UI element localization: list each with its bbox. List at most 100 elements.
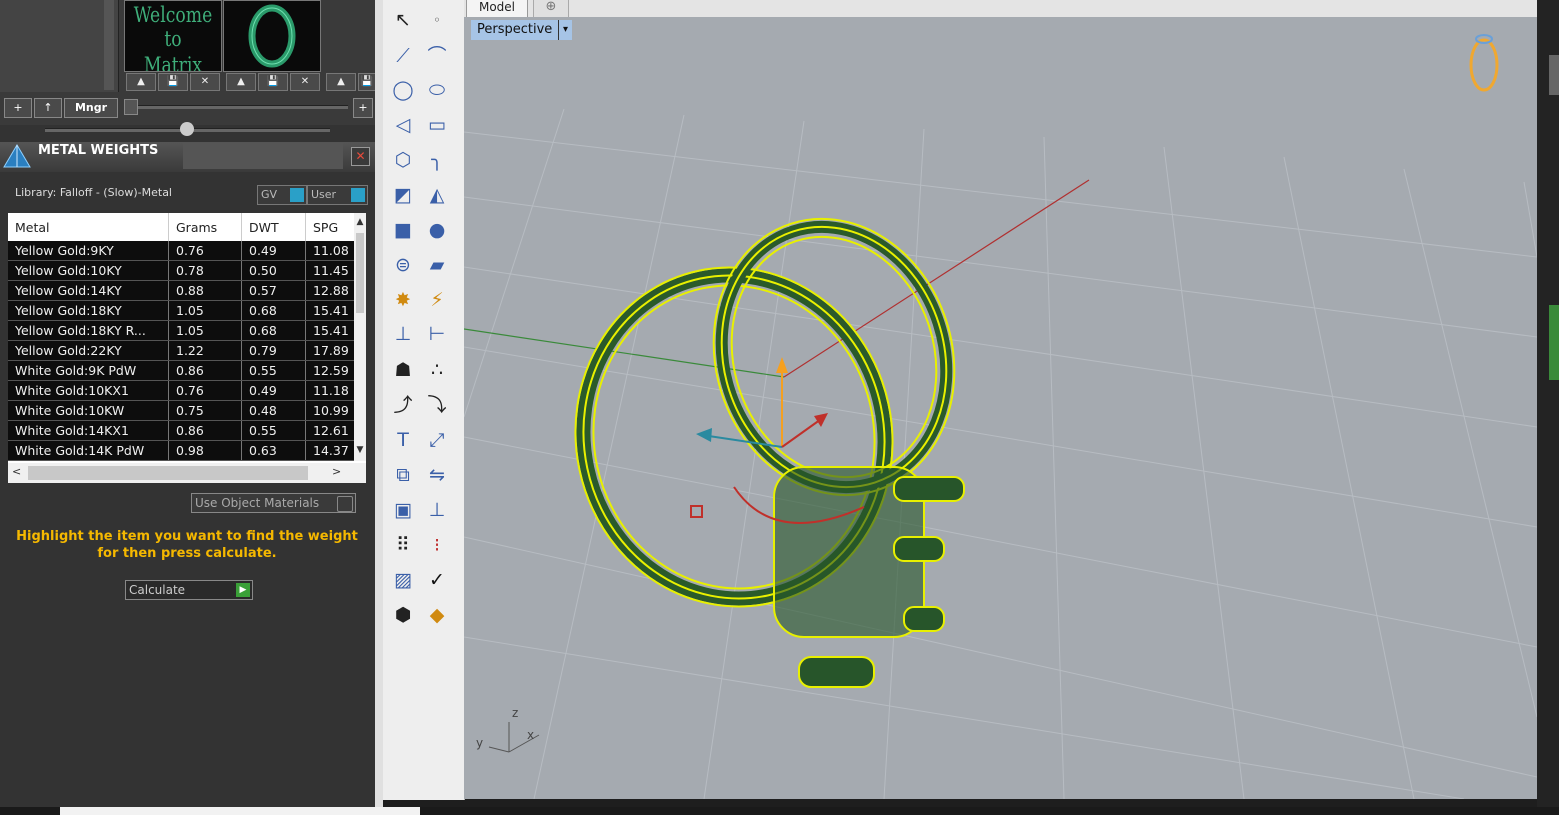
solid-icon[interactable]: ⬢ (389, 601, 417, 629)
table-row[interactable]: Yellow Gold:10KY 0.78 0.50 11.45 (8, 260, 361, 281)
thumb1-load-button[interactable]: ▲ (126, 73, 156, 91)
thumb3-save-button[interactable]: 💾 (358, 73, 376, 91)
scroll-left-icon[interactable]: < (12, 465, 21, 478)
select-arrow-icon[interactable]: ↖ (389, 6, 417, 34)
ring-wireframe[interactable] (544, 187, 989, 688)
gem-icon[interactable]: ◆ (423, 601, 451, 629)
table-row[interactable]: Yellow Gold:18KY 1.05 0.68 15.41 (8, 300, 361, 321)
add-tab-button[interactable]: ⊕ (533, 0, 569, 18)
col-grams[interactable]: Grams (168, 213, 242, 241)
ellipse-icon[interactable]: ⬭ (423, 76, 451, 104)
table-vertical-scrollbar[interactable]: ▲ ▼ (354, 213, 366, 461)
thumb3-load-button[interactable]: ▲ (326, 73, 356, 91)
rectangle-icon[interactable]: ▭ (423, 111, 451, 139)
table-cell: Yellow Gold:22KY (8, 340, 169, 361)
rail-icon[interactable]: ⤵ (423, 391, 451, 419)
vertical-scroll-thumb[interactable] (356, 233, 364, 313)
col-metal[interactable]: Metal (8, 213, 169, 241)
plane-icon[interactable]: ▰ (423, 251, 451, 279)
fillet-curve-icon[interactable]: ╮ (423, 146, 451, 174)
table-row[interactable]: Yellow Gold:18KY R... 1.05 0.68 15.41 (8, 320, 361, 341)
polygon-icon[interactable]: ⬡ (389, 146, 417, 174)
trim-icon[interactable]: ⊥ (389, 320, 417, 348)
thumbnail-scrollbar[interactable] (104, 0, 114, 90)
scroll-right-icon[interactable]: > (332, 465, 341, 478)
table-row[interactable]: White Gold:10KW 0.75 0.48 10.99 (8, 400, 361, 421)
split-icon[interactable]: ⚡ (423, 286, 451, 314)
viewport-name[interactable]: Perspective (471, 20, 559, 40)
thumbnail-size-slider[interactable] (124, 105, 348, 109)
mirror-icon[interactable]: ⇋ (423, 461, 451, 489)
thumb1-delete-button[interactable]: ✕ (190, 73, 220, 91)
status-input[interactable] (60, 807, 420, 815)
analyze-icon[interactable]: ▨ (389, 566, 417, 594)
sphere-icon[interactable]: ● (423, 216, 451, 244)
thumbnail-slider-handle[interactable] (124, 99, 138, 115)
close-panel-button[interactable]: ✕ (351, 147, 370, 166)
measure-icon[interactable]: ⁝ (423, 531, 451, 559)
use-object-materials-toggle[interactable]: Use Object Materials (191, 493, 356, 513)
calculate-button[interactable]: Calculate ▶ (125, 580, 253, 600)
sweep-icon[interactable]: ⤴ (389, 391, 417, 419)
side-swatch[interactable] (1549, 55, 1559, 95)
scroll-down-icon[interactable]: ▼ (355, 445, 365, 455)
user-toggle[interactable]: User (307, 185, 368, 205)
viewport-dropdown-icon[interactable]: ▾ (558, 20, 572, 40)
scroll-up-icon[interactable]: ▲ (355, 217, 365, 227)
table-row[interactable]: Yellow Gold:22KY 1.22 0.79 17.89 (8, 340, 361, 361)
gumball-z-head[interactable] (776, 357, 788, 373)
polyline-icon[interactable]: ⟋ (389, 42, 417, 70)
gumball-x-head[interactable] (814, 413, 828, 427)
tab-model[interactable]: Model (466, 0, 528, 18)
ring-preview-icon[interactable] (1469, 34, 1499, 92)
point-icon[interactable]: ◦ (423, 6, 451, 34)
thumbnail-torus[interactable] (223, 0, 321, 72)
table-cell: 0.68 (241, 320, 306, 341)
table-cell: 0.76 (168, 380, 242, 401)
side-color-bar (1549, 305, 1559, 380)
library-up-button[interactable]: ↑ (34, 98, 62, 118)
table-row[interactable]: White Gold:9K PdW 0.86 0.55 12.59 (8, 360, 361, 381)
table-row[interactable]: White Gold:14KX1 0.86 0.55 12.61 (8, 420, 361, 441)
text-icon[interactable]: T (389, 426, 417, 454)
surface-icon[interactable]: ◭ (423, 181, 451, 209)
perspective-viewport[interactable]: x y z (464, 17, 1537, 799)
scale-icon[interactable]: ⤢ (423, 426, 451, 454)
thumbnail-welcome[interactable]: Welcome to Matrix (124, 0, 222, 72)
surface-points-icon[interactable]: ◩ (389, 181, 417, 209)
check-icon[interactable]: ✓ (423, 566, 451, 594)
thumb2-load-button[interactable]: ▲ (226, 73, 256, 91)
group-icon[interactable]: ∴ (423, 356, 451, 384)
table-row[interactable]: White Gold:10KX1 0.76 0.49 11.18 (8, 380, 361, 401)
col-spg[interactable]: SPG (305, 213, 361, 241)
instruction-hint: Highlight the item you want to find the … (16, 529, 358, 561)
table-row[interactable]: Yellow Gold:9KY 0.76 0.49 11.08 (8, 241, 361, 261)
render-icon[interactable]: ▣ (389, 496, 417, 524)
horizontal-scroll-thumb[interactable] (28, 466, 308, 480)
grid-array-icon[interactable]: ⠿ (389, 531, 417, 559)
table-row[interactable]: White Gold:14K PdW 0.98 0.63 14.37 (8, 440, 361, 461)
gumball-scale-handle[interactable] (690, 505, 703, 518)
gv-toggle[interactable]: GV (257, 185, 307, 205)
table-horizontal-scrollbar[interactable]: < > (8, 463, 366, 483)
library-plus-button[interactable]: + (353, 98, 373, 118)
box-icon[interactable]: ■ (389, 216, 417, 244)
boolean-icon[interactable]: ☗ (389, 356, 417, 384)
circle-icon[interactable]: ◯ (389, 76, 417, 104)
thumb2-delete-button[interactable]: ✕ (290, 73, 320, 91)
cylinder-icon[interactable]: ⊜ (389, 251, 417, 279)
library-manager-button[interactable]: Mngr (64, 98, 118, 118)
arc-icon[interactable]: ◁ (389, 111, 417, 139)
thumb1-save-button[interactable]: 💾 (158, 73, 188, 91)
dimension-icon[interactable]: ⊥ (423, 496, 451, 524)
thumb2-save-button[interactable]: 💾 (258, 73, 288, 91)
panel-splitter-handle[interactable] (180, 122, 194, 136)
explode-icon[interactable]: ✸ (389, 286, 417, 314)
col-dwt[interactable]: DWT (241, 213, 306, 241)
array-icon[interactable]: ⧉ (389, 461, 417, 489)
curve-icon[interactable]: ⌒ (423, 42, 451, 70)
library-add-button[interactable]: + (4, 98, 32, 118)
join-icon[interactable]: ⊢ (423, 320, 451, 348)
gumball-y-head[interactable] (696, 428, 712, 442)
table-row[interactable]: Yellow Gold:14KY 0.88 0.57 12.88 (8, 280, 361, 301)
